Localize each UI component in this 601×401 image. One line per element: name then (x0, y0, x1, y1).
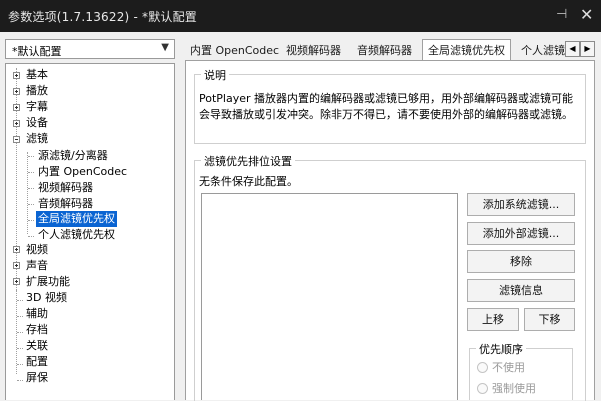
tree-item-source-filters[interactable]: 源滤镜/分离器 (38, 148, 108, 164)
tree-branch (28, 172, 34, 173)
radio-button[interactable] (477, 362, 488, 373)
pin-icon[interactable]: ⊣ (556, 7, 567, 22)
close-icon[interactable]: ✕ (580, 5, 593, 24)
tree-branch (17, 348, 23, 349)
expand-icon[interactable] (13, 246, 20, 253)
window-title: 参数选项(1.7.13622) - *默认配置 (8, 10, 197, 24)
tree-branch (28, 220, 34, 221)
tree-item-config[interactable]: 配置 (26, 354, 48, 370)
tab-opencodec[interactable]: 内置 OpenCodec (190, 41, 279, 60)
move-up-button[interactable]: 上移 (467, 308, 519, 331)
tab-strip: 内置 OpenCodec 视频解码器 音频解码器 全局滤镜优先权 个人滤镜 ◀ … (185, 39, 601, 61)
settings-tree[interactable]: 基本 播放 字幕 设备 滤镜 源滤镜/分离器 内置 OpenCodec 视频解码… (5, 63, 175, 400)
tree-item-archive[interactable]: 存档 (26, 322, 48, 338)
tree-branch (17, 364, 23, 365)
tree-item-video[interactable]: 视频 (26, 242, 48, 258)
tree-item-global-filter-priority[interactable]: 全局滤镜优先权 (36, 211, 117, 227)
move-down-button[interactable]: 下移 (524, 308, 575, 331)
description-group: 说明 PotPlayer 播放器内置的编解码器或滤镜已够用，用外部编解码器或滤镜… (194, 67, 586, 144)
tree-item-extensions[interactable]: 扩展功能 (26, 274, 70, 290)
radio-force-use[interactable]: 强制使用 (477, 382, 536, 396)
tree-branch (28, 204, 34, 205)
tab-video-decoders[interactable]: 视频解码器 (286, 41, 341, 60)
tree-line (27, 152, 28, 234)
tree-item-basic[interactable]: 基本 (26, 67, 48, 83)
tree-item-screensaver[interactable]: 屏保 (26, 370, 48, 386)
description-text: PotPlayer 播放器内置的编解码器或滤镜已够用，用外部编解码器或滤镜可能会… (199, 92, 574, 121)
chevron-right-icon[interactable]: ▶ (580, 41, 595, 57)
priority-legend: 滤镜优先排位设置 (201, 153, 295, 169)
tree-item-video-decoders[interactable]: 视频解码器 (38, 180, 93, 196)
tree-item-audio-decoders[interactable]: 音频解码器 (38, 196, 93, 212)
tree-branch (17, 300, 23, 301)
tab-global-filter-priority[interactable]: 全局滤镜优先权 (422, 39, 511, 61)
radio-label: 不使用 (492, 361, 525, 374)
chevron-down-icon: ▼ (161, 42, 169, 53)
radio-button[interactable] (477, 383, 488, 394)
collapse-icon[interactable] (13, 136, 20, 143)
tab-audio-decoders[interactable]: 音频解码器 (357, 41, 412, 60)
filter-list[interactable] (201, 193, 458, 400)
expand-icon[interactable] (13, 278, 20, 285)
radio-label: 强制使用 (492, 382, 536, 395)
tab-personal-filter[interactable]: 个人滤镜 (521, 41, 565, 60)
tree-branch (17, 332, 23, 333)
tree-branch (28, 156, 34, 157)
add-system-filter-button[interactable]: 添加系统滤镜... (467, 193, 575, 216)
add-external-filter-button[interactable]: 添加外部滤镜... (467, 222, 575, 245)
preset-select[interactable]: *默认配置 ▼ (5, 39, 175, 59)
tree-line (16, 68, 17, 290)
expand-icon[interactable] (13, 72, 20, 79)
tree-item-devices[interactable]: 设备 (26, 115, 48, 131)
title-bar: 参数选项(1.7.13622) - *默认配置 ⊣ ✕ (0, 0, 601, 32)
tree-item-personal-filter-priority[interactable]: 个人滤镜优先权 (38, 227, 115, 243)
tree-item-playback[interactable]: 播放 (26, 83, 48, 99)
radio-no-use[interactable]: 不使用 (477, 361, 525, 375)
tree-item-association[interactable]: 关联 (26, 338, 48, 354)
tree-branch (17, 380, 23, 381)
remove-button[interactable]: 移除 (467, 250, 575, 273)
tree-item-subtitles[interactable]: 字幕 (26, 99, 48, 115)
tree-item-assist[interactable]: 辅助 (26, 306, 48, 322)
priority-note: 无条件保存此配置。 (199, 175, 298, 188)
description-legend: 说明 (201, 67, 229, 83)
tree-branch (28, 236, 34, 237)
chevron-left-icon[interactable]: ◀ (565, 41, 580, 57)
tree-item-3d-video[interactable]: 3D 视频 (26, 290, 67, 306)
expand-icon[interactable] (13, 120, 20, 127)
tree-item-opencodec[interactable]: 内置 OpenCodec (38, 164, 127, 180)
filter-info-button[interactable]: 滤镜信息 (467, 279, 575, 302)
expand-icon[interactable] (13, 88, 20, 95)
tree-branch (17, 316, 23, 317)
expand-icon[interactable] (13, 262, 20, 269)
tree-item-filters[interactable]: 滤镜 (26, 131, 48, 147)
expand-icon[interactable] (13, 104, 20, 111)
tree-item-audio[interactable]: 声音 (26, 258, 48, 274)
preset-value: *默认配置 (12, 45, 62, 58)
tree-branch (28, 188, 34, 189)
priority-order-legend: 优先顺序 (476, 341, 526, 357)
